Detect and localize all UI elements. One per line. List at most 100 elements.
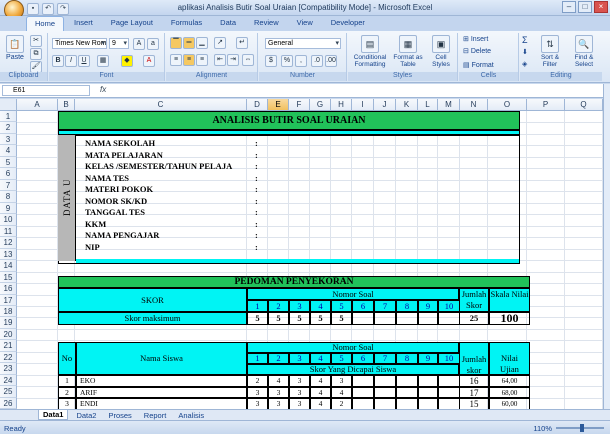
skala-max-cell[interactable]: 100: [489, 312, 530, 325]
row-header[interactable]: 13: [0, 248, 17, 261]
delete-cells-button[interactable]: ⊟ Delete: [463, 47, 491, 55]
student-score-cell[interactable]: [396, 398, 418, 409]
tab-developer[interactable]: Developer: [323, 16, 373, 31]
vertical-scrollbar[interactable]: [603, 84, 610, 409]
zoom-level[interactable]: 110%: [533, 424, 552, 433]
soal-number-header[interactable]: 9: [418, 300, 438, 312]
student-score-cell[interactable]: [418, 398, 438, 409]
number-format-select[interactable]: General: [265, 38, 341, 49]
row-header[interactable]: 21: [0, 340, 17, 352]
nomor-soal-header-2[interactable]: Nomor Soal: [247, 342, 459, 353]
student-score-cell[interactable]: 3: [247, 398, 268, 409]
student-score-cell[interactable]: [352, 386, 374, 398]
student-name[interactable]: EKO: [76, 375, 247, 387]
row-header[interactable]: 9: [0, 202, 17, 215]
fill-color-icon[interactable]: ◆: [121, 55, 133, 67]
soal-number-header[interactable]: 9: [418, 353, 438, 364]
column-header[interactable]: H: [331, 99, 352, 111]
row-header[interactable]: 10: [0, 214, 17, 226]
italic-icon[interactable]: I: [65, 55, 77, 67]
sheet-tab-proses[interactable]: Proses: [104, 411, 135, 420]
column-header[interactable]: F: [289, 99, 310, 111]
field-label[interactable]: NAMA SEKOLAH: [85, 138, 247, 148]
conditional-formatting-button[interactable]: ▤ Conditional Formatting: [350, 35, 390, 68]
close-icon[interactable]: ×: [594, 1, 608, 13]
column-header[interactable]: I: [352, 99, 374, 111]
decrease-indent-icon[interactable]: ⇤: [214, 54, 226, 66]
orientation-icon[interactable]: ↗: [214, 37, 226, 49]
max-score-cell[interactable]: 5: [247, 312, 268, 325]
soal-number-header[interactable]: 6: [352, 353, 374, 364]
max-score-cell[interactable]: [352, 312, 374, 325]
row-header[interactable]: 24: [0, 374, 17, 387]
tab-home[interactable]: Home: [26, 16, 65, 31]
comma-icon[interactable]: ,: [295, 55, 307, 67]
tab-formulas[interactable]: Formulas: [163, 16, 210, 31]
student-total[interactable]: 17: [459, 386, 489, 398]
soal-number-header[interactable]: 8: [396, 300, 418, 312]
row-header[interactable]: 15: [0, 271, 17, 284]
fx-icon[interactable]: fx: [100, 85, 106, 94]
format-as-table-button[interactable]: ▦ Format as Table: [392, 35, 424, 68]
align-left-icon[interactable]: ≡: [170, 54, 182, 66]
sheet-tab-report[interactable]: Report: [140, 411, 171, 420]
cut-icon[interactable]: ✂: [30, 35, 42, 47]
max-score-cell[interactable]: [374, 312, 396, 325]
row-header[interactable]: 18: [0, 305, 17, 318]
student-name[interactable]: ARIF: [76, 386, 247, 398]
soal-number-header[interactable]: 4: [310, 300, 331, 312]
max-score-cell[interactable]: 5: [331, 312, 352, 325]
student-score-cell[interactable]: 3: [268, 386, 289, 398]
student-score-cell[interactable]: 2: [247, 375, 268, 387]
soal-number-header[interactable]: 7: [374, 353, 396, 364]
font-color-icon[interactable]: A: [143, 55, 155, 67]
worksheet-grid[interactable]: ABCDEFGHIJKLMNOPQ 1 2 3 4 5 6 7 8 9 10 11 12 13 14 15 1…: [0, 99, 603, 409]
row-header[interactable]: 25: [0, 386, 17, 398]
tab-data[interactable]: Data: [212, 16, 244, 31]
student-score-cell[interactable]: 4: [331, 386, 352, 398]
max-score-cell[interactable]: [418, 312, 438, 325]
find-select-button[interactable]: 🔍 Find & Select: [568, 35, 600, 68]
name-box[interactable]: E61: [2, 85, 90, 96]
row-header[interactable]: 17: [0, 294, 17, 306]
currency-icon[interactable]: $: [265, 55, 277, 67]
row-header[interactable]: 20: [0, 328, 17, 341]
align-bottom-icon[interactable]: ▁: [196, 37, 208, 49]
soal-number-header[interactable]: 10: [438, 300, 460, 312]
soal-number-header[interactable]: 5: [331, 353, 352, 364]
align-center-icon[interactable]: ≡: [183, 54, 195, 66]
student-score-cell[interactable]: 4: [310, 375, 331, 387]
maximize-icon[interactable]: □: [578, 1, 592, 13]
field-label[interactable]: NOMOR SK/KD: [85, 196, 247, 206]
increase-decimal-icon[interactable]: .0: [311, 55, 323, 67]
row-header[interactable]: 12: [0, 237, 17, 249]
row-header[interactable]: 23: [0, 363, 17, 375]
student-score-cell[interactable]: 3: [268, 398, 289, 409]
select-all-corner[interactable]: [0, 99, 17, 111]
field-label[interactable]: NAMA PENGAJAR: [85, 230, 247, 240]
shrink-font-icon[interactable]: a: [147, 38, 159, 50]
font-name-select[interactable]: Times New Rom: [52, 38, 107, 49]
align-right-icon[interactable]: ≡: [196, 54, 208, 66]
column-header[interactable]: Q: [565, 99, 603, 111]
max-score-cell[interactable]: 5: [289, 312, 310, 325]
borders-icon[interactable]: ▦: [97, 55, 109, 67]
column-header[interactable]: D: [247, 99, 268, 111]
column-header[interactable]: C: [75, 99, 247, 111]
skor-maksimum-label[interactable]: Skor maksimum: [58, 312, 247, 325]
student-score-cell[interactable]: [438, 375, 460, 387]
student-nilai[interactable]: 68,00: [489, 386, 530, 398]
student-score-cell[interactable]: [418, 375, 438, 387]
merge-center-icon[interactable]: ⇔: [242, 54, 254, 66]
column-header[interactable]: J: [374, 99, 396, 111]
column-header[interactable]: E: [268, 99, 289, 111]
soal-number-header[interactable]: 4: [310, 353, 331, 364]
student-no[interactable]: 1: [58, 375, 76, 387]
student-total[interactable]: 15: [459, 398, 489, 409]
skor-header[interactable]: SKOR: [58, 288, 247, 312]
soal-number-header[interactable]: 7: [374, 300, 396, 312]
row-header[interactable]: 2: [0, 122, 17, 134]
sheet-title[interactable]: ANALISIS BUTIR SOAL URAIAN: [58, 111, 520, 130]
soal-number-header[interactable]: 10: [438, 353, 460, 364]
align-middle-icon[interactable]: ═: [183, 37, 195, 49]
